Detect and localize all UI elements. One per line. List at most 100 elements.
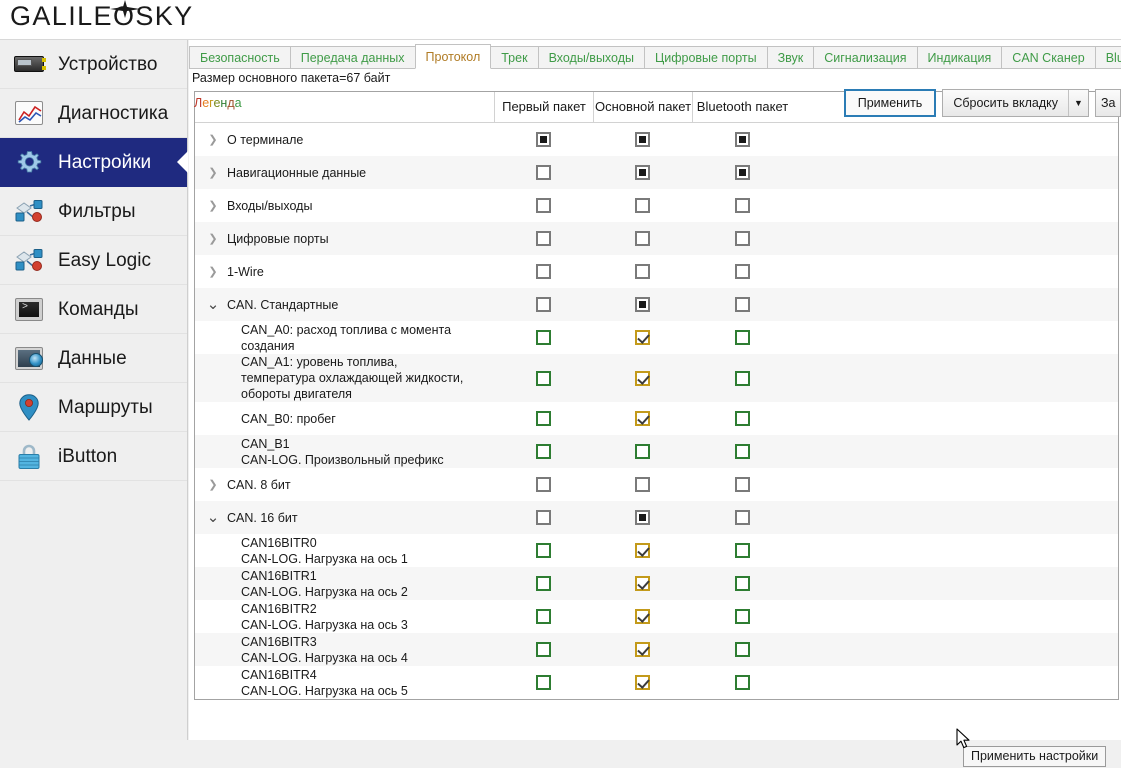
checkbox-main-packet[interactable]	[635, 132, 650, 147]
checkbox-first-packet[interactable]	[536, 165, 551, 180]
legend-link[interactable]: Легенда	[194, 96, 242, 110]
column-header-first-packet[interactable]: Первый пакет	[494, 92, 593, 122]
checkbox-first-packet[interactable]	[536, 411, 551, 426]
sidebar-item-ibutton[interactable]: iButton	[0, 432, 187, 481]
checkbox-bluetooth-packet[interactable]	[734, 198, 750, 213]
checkbox-bluetooth-packet[interactable]	[734, 264, 750, 279]
tab-9[interactable]: CAN Сканер	[1001, 46, 1096, 69]
checkbox-main-packet[interactable]	[635, 297, 650, 312]
sidebar-item-diagnostics[interactable]: Диагностика	[0, 89, 187, 138]
checkbox-main-packet[interactable]	[635, 165, 650, 180]
checkbox-bluetooth-packet[interactable]	[734, 370, 750, 386]
tab-7[interactable]: Сигнализация	[813, 46, 918, 69]
chevron-down-icon[interactable]: ▼	[1068, 90, 1088, 116]
checkbox-main-packet[interactable]	[635, 510, 650, 525]
checkbox-bluetooth-packet[interactable]	[734, 510, 750, 525]
checkbox-first-packet[interactable]	[536, 510, 551, 525]
table-row[interactable]: CAN16BITR0 CAN-LOG. Нагрузка на ось 1	[195, 534, 1118, 567]
checkbox-first-packet[interactable]	[536, 297, 551, 312]
tab-3[interactable]: Трек	[490, 46, 539, 69]
extra-button[interactable]: За	[1095, 89, 1121, 117]
tab-1[interactable]: Передача данных	[289, 46, 416, 69]
checkbox-main-packet[interactable]	[635, 411, 650, 426]
checkbox-bluetooth-packet[interactable]	[734, 132, 750, 147]
sidebar-item-commands[interactable]: Команды	[0, 285, 187, 334]
checkbox-bluetooth-packet[interactable]	[734, 231, 750, 246]
checkbox-bluetooth-packet[interactable]	[734, 297, 750, 312]
tab-10[interactable]: Bluetooth	[1094, 46, 1121, 69]
checkbox-first-packet[interactable]	[536, 477, 551, 492]
tab-8[interactable]: Индикация	[916, 46, 1003, 69]
checkbox-main-packet[interactable]	[635, 543, 650, 558]
checkbox-first-packet[interactable]	[536, 609, 551, 624]
table-row[interactable]: CAN_A1: уровень топлива, температура охл…	[195, 354, 1118, 402]
tab-6[interactable]: Звук	[766, 46, 815, 69]
chevron-down-icon[interactable]: ⌄	[205, 297, 221, 312]
chevron-right-icon[interactable]: ❯	[205, 198, 221, 214]
checkbox-bluetooth-packet[interactable]	[734, 330, 750, 345]
sidebar-item-data[interactable]: Данные	[0, 334, 187, 383]
sidebar-item-filters[interactable]: Фильтры	[0, 187, 187, 236]
column-header-bluetooth-packet[interactable]: Bluetooth пакет	[692, 92, 792, 122]
chevron-down-icon[interactable]: ⌄	[205, 510, 221, 525]
checkbox-first-packet[interactable]	[536, 132, 551, 147]
checkbox-main-packet[interactable]	[635, 675, 650, 690]
checkbox-first-packet[interactable]	[536, 264, 551, 279]
table-row[interactable]: ❯ О терминале	[195, 123, 1118, 156]
tab-0[interactable]: Безопасность	[189, 46, 291, 69]
checkbox-main-packet[interactable]	[635, 330, 650, 345]
table-row[interactable]: ❯ CAN. 8 бит	[195, 468, 1118, 501]
checkbox-main-packet[interactable]	[635, 576, 650, 591]
table-row[interactable]: CAN_B1 CAN-LOG. Произвольный префикс	[195, 435, 1118, 468]
checkbox-bluetooth-packet[interactable]	[734, 477, 750, 492]
checkbox-bluetooth-packet[interactable]	[734, 165, 750, 180]
checkbox-bluetooth-packet[interactable]	[734, 609, 750, 624]
checkbox-bluetooth-packet[interactable]	[734, 411, 750, 426]
table-row[interactable]: CAN_B0: пробег	[195, 402, 1118, 435]
table-row[interactable]: ❯ Навигационные данные	[195, 156, 1118, 189]
table-row[interactable]: ⌄ CAN. 16 бит	[195, 501, 1118, 534]
checkbox-main-packet[interactable]	[635, 231, 650, 246]
reset-tab-button[interactable]: Сбросить вкладку ▼	[942, 89, 1089, 117]
checkbox-bluetooth-packet[interactable]	[734, 576, 750, 591]
sidebar-item-settings[interactable]: Настройки	[0, 138, 187, 187]
table-row[interactable]: CAN16BITR4 CAN-LOG. Нагрузка на ось 5	[195, 666, 1118, 699]
chevron-right-icon[interactable]: ❯	[205, 231, 221, 247]
table-row[interactable]: ❯ Цифровые порты	[195, 222, 1118, 255]
table-row[interactable]: ⌄ CAN. Стандартные	[195, 288, 1118, 321]
table-row[interactable]	[195, 699, 1118, 700]
checkbox-first-packet[interactable]	[536, 675, 551, 690]
checkbox-main-packet[interactable]	[635, 444, 650, 459]
checkbox-bluetooth-packet[interactable]	[734, 675, 750, 690]
checkbox-first-packet[interactable]	[536, 642, 551, 657]
chevron-right-icon[interactable]: ❯	[205, 132, 221, 148]
table-row[interactable]: CAN16BITR3 CAN-LOG. Нагрузка на ось 4	[195, 633, 1118, 666]
checkbox-bluetooth-packet[interactable]	[734, 444, 750, 459]
checkbox-first-packet[interactable]	[536, 444, 551, 459]
checkbox-bluetooth-packet[interactable]	[734, 543, 750, 558]
checkbox-main-packet[interactable]	[635, 642, 650, 657]
checkbox-first-packet[interactable]	[536, 231, 551, 246]
column-header-main-packet[interactable]: Основной пакет	[593, 92, 692, 122]
checkbox-first-packet[interactable]	[536, 576, 551, 591]
checkbox-main-packet[interactable]	[635, 198, 650, 213]
checkbox-first-packet[interactable]	[536, 198, 551, 213]
checkbox-main-packet[interactable]	[635, 264, 650, 279]
sidebar-item-routes[interactable]: Маршруты	[0, 383, 187, 432]
table-row[interactable]: ❯ Входы/выходы	[195, 189, 1118, 222]
chevron-right-icon[interactable]: ❯	[205, 165, 221, 181]
table-row[interactable]: ❯ 1-Wire	[195, 255, 1118, 288]
apply-button[interactable]: Применить	[843, 89, 937, 117]
chevron-right-icon[interactable]: ❯	[205, 477, 221, 493]
tab-5[interactable]: Цифровые порты	[644, 46, 768, 69]
checkbox-main-packet[interactable]	[635, 477, 650, 492]
checkbox-main-packet[interactable]	[635, 370, 650, 386]
checkbox-first-packet[interactable]	[536, 370, 551, 386]
sidebar-item-device[interactable]: Устройство	[0, 40, 187, 89]
table-row[interactable]: CAN_A0: расход топлива с момента создани…	[195, 321, 1118, 354]
table-row[interactable]: CAN16BITR1 CAN-LOG. Нагрузка на ось 2	[195, 567, 1118, 600]
table-row[interactable]: CAN16BITR2 CAN-LOG. Нагрузка на ось 3	[195, 600, 1118, 633]
checkbox-main-packet[interactable]	[635, 609, 650, 624]
chevron-right-icon[interactable]: ❯	[205, 264, 221, 280]
checkbox-bluetooth-packet[interactable]	[734, 642, 750, 657]
